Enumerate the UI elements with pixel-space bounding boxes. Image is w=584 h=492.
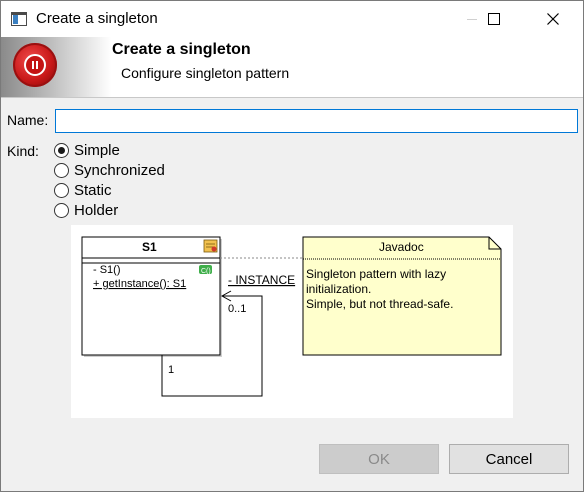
wizard-banner: Create a singleton Configure singleton p… xyxy=(1,37,583,98)
class-name: S1 xyxy=(142,240,157,254)
radio-checked-icon xyxy=(54,143,69,158)
ok-button[interactable]: OK xyxy=(319,444,439,474)
radio-unchecked-icon xyxy=(54,163,69,178)
radio-unchecked-icon xyxy=(54,203,69,218)
pause-symbol-icon xyxy=(24,54,46,76)
note-title: Javadoc xyxy=(379,240,424,254)
name-label: Name: xyxy=(7,112,49,128)
banner-subtitle: Configure singleton pattern xyxy=(121,65,290,81)
dialog-window: Create a singleton Create a singleton Co… xyxy=(0,0,584,492)
uml-diagram-preview: S1 - S1() C() + getInstance(): S1 - INST… xyxy=(71,225,513,418)
note-line: initialization. xyxy=(306,282,371,296)
maximize-icon[interactable] xyxy=(471,1,517,37)
multiplicity-many: 0..1 xyxy=(228,303,246,315)
close-icon[interactable] xyxy=(530,1,576,37)
kind-radio-holder[interactable]: Holder xyxy=(54,202,118,219)
javadoc-note xyxy=(302,236,502,356)
title-bar[interactable]: Create a singleton xyxy=(1,1,583,37)
kind-option-label: Simple xyxy=(74,142,120,159)
name-input[interactable] xyxy=(55,109,578,133)
constructor-badge-icon: C() xyxy=(199,265,212,275)
singleton-logo-icon xyxy=(13,43,57,87)
constructor-text: - S1() xyxy=(93,264,121,276)
cancel-button[interactable]: Cancel xyxy=(449,444,569,474)
window-title: Create a singleton xyxy=(36,10,158,27)
banner-title: Create a singleton xyxy=(112,41,251,58)
kind-radio-static[interactable]: Static xyxy=(54,182,112,199)
multiplicity-one: 1 xyxy=(168,364,174,376)
kind-radio-simple[interactable]: Simple xyxy=(54,142,120,159)
note-line: Simple, but not thread-safe. xyxy=(306,297,453,311)
method-text: + getInstance(): S1 xyxy=(93,278,186,290)
kind-option-label: Holder xyxy=(74,202,119,219)
note-line: Singleton pattern with lazy xyxy=(306,267,446,281)
window-app-icon xyxy=(11,12,27,26)
radio-unchecked-icon xyxy=(54,183,69,198)
association-role: - INSTANCE xyxy=(228,273,295,287)
svg-text:C(): C() xyxy=(201,268,211,275)
class-stereotype-icon xyxy=(203,239,218,253)
kind-option-label: Synchronized xyxy=(74,162,165,179)
kind-label: Kind: xyxy=(7,143,39,159)
class-box xyxy=(81,236,221,356)
kind-radio-synchronized[interactable]: Synchronized xyxy=(54,162,165,179)
kind-option-label: Static xyxy=(74,182,112,199)
